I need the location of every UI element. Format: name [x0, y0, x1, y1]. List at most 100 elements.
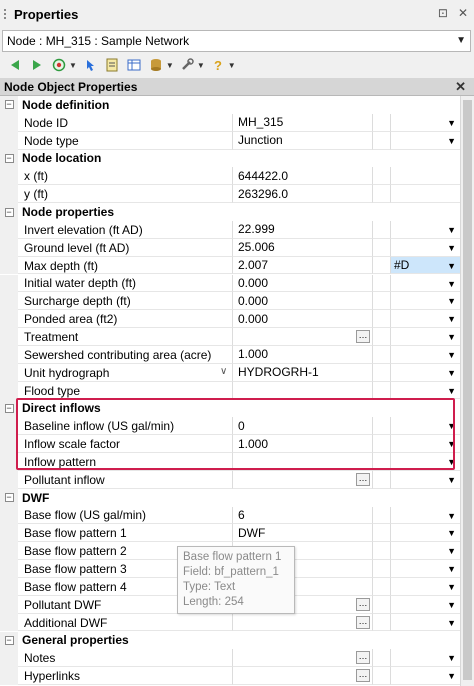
chevron-down-icon[interactable]: ▼ — [197, 61, 205, 70]
flag-dropdown[interactable]: ▼ — [390, 113, 460, 132]
base-flow-field[interactable]: 6 — [232, 506, 372, 525]
group-dwf[interactable]: − DWF — [0, 488, 460, 507]
flag-dropdown[interactable]: ▼ — [390, 595, 460, 614]
flag-dropdown[interactable]: ▼ — [390, 417, 460, 436]
chevron-down-icon[interactable]: ▼ — [447, 421, 456, 431]
inflow-scale-field[interactable]: 1.000 — [232, 435, 372, 453]
flag-dropdown[interactable]: ▼ — [390, 667, 460, 686]
chevron-down-icon[interactable]: ▼ — [456, 35, 466, 46]
base-flow-pattern-1-field[interactable]: DWF — [232, 524, 372, 543]
expand-arrow-icon[interactable]: ∨ — [220, 366, 227, 377]
flag-dropdown[interactable]: ▼ — [390, 435, 460, 453]
chevron-down-icon[interactable]: ▼ — [447, 439, 456, 449]
chevron-down-icon[interactable]: ▼ — [447, 618, 456, 628]
flag-dropdown[interactable]: ▼ — [390, 577, 460, 596]
node-selector[interactable]: Node : MH_315 : Sample Network ▼ — [2, 30, 471, 52]
sewershed-field[interactable]: 1.000 — [232, 345, 372, 364]
chevron-down-icon[interactable]: ▼ — [447, 243, 456, 253]
flag-cell[interactable] — [390, 185, 460, 204]
flag-dropdown[interactable]: ▼ — [390, 470, 460, 489]
collapse-icon[interactable]: − — [4, 403, 14, 413]
surcharge-field[interactable]: 0.000 — [232, 292, 372, 311]
max-depth-field[interactable]: 2.007 — [232, 256, 372, 275]
ellipsis-button[interactable]: … — [356, 597, 370, 611]
pin-icon[interactable]: ⊡ — [438, 6, 448, 20]
chevron-down-icon[interactable]: ▼ — [228, 61, 236, 70]
flag-dropdown[interactable]: ▼ — [390, 345, 460, 364]
flag-dropdown[interactable]: ▼ — [390, 238, 460, 257]
grip-handle[interactable] — [0, 0, 10, 28]
flag-cell[interactable] — [390, 167, 460, 186]
flag-dropdown[interactable]: ▼ — [390, 328, 460, 346]
ellipsis-button[interactable]: … — [356, 651, 370, 665]
table-icon[interactable] — [125, 56, 143, 74]
flag-dropdown[interactable]: ▼ — [390, 131, 460, 150]
ellipsis-button[interactable]: … — [356, 472, 370, 486]
database-icon[interactable] — [147, 56, 165, 74]
chevron-down-icon[interactable]: ▼ — [447, 296, 456, 306]
invert-field[interactable]: 22.999 — [232, 220, 372, 239]
collapse-icon[interactable]: − — [4, 635, 14, 645]
unit-hydrograph-field[interactable]: HYDROGRH-1 — [232, 363, 372, 382]
chevron-down-icon[interactable]: ▼ — [447, 564, 456, 574]
flag-dropdown[interactable]: ▼ — [390, 363, 460, 382]
chevron-down-icon[interactable]: ▼ — [447, 332, 456, 342]
group-node-definition[interactable]: − Node definition — [0, 96, 460, 114]
record-icon[interactable] — [50, 56, 68, 74]
flood-type-field[interactable] — [232, 381, 372, 400]
chevron-down-icon[interactable]: ▼ — [447, 600, 456, 610]
flag-dropdown[interactable]: ▼ — [390, 560, 460, 578]
note-icon[interactable] — [103, 56, 121, 74]
chevron-down-icon[interactable]: ▼ — [447, 314, 456, 324]
vertical-scrollbar[interactable] — [460, 96, 474, 686]
flag-dropdown[interactable]: ▼ — [390, 506, 460, 525]
chevron-down-icon[interactable]: ▼ — [447, 261, 456, 271]
chevron-down-icon[interactable]: ▼ — [447, 653, 456, 663]
group-node-properties[interactable]: − Node properties — [0, 203, 460, 221]
hyperlinks-field[interactable]: … — [232, 667, 372, 686]
chevron-down-icon[interactable]: ▼ — [447, 475, 456, 485]
ponded-field[interactable]: 0.000 — [232, 310, 372, 329]
chevron-down-icon[interactable]: ▼ — [447, 225, 456, 235]
chevron-down-icon[interactable]: ▼ — [447, 118, 456, 128]
flag-dropdown[interactable]: ▼ — [390, 292, 460, 311]
treatment-field[interactable]: … — [232, 328, 372, 346]
ground-field[interactable]: 25.006 — [232, 238, 372, 257]
ellipsis-button[interactable]: … — [356, 669, 370, 683]
chevron-down-icon[interactable]: ▼ — [447, 546, 456, 556]
group-direct-inflows[interactable]: − Direct inflows — [0, 399, 460, 418]
node-type-field[interactable]: Junction — [232, 131, 372, 150]
chevron-down-icon[interactable]: ▼ — [447, 386, 456, 396]
chevron-down-icon[interactable]: ▼ — [447, 528, 456, 538]
chevron-down-icon[interactable]: ▼ — [447, 511, 456, 521]
help-icon[interactable]: ? — [209, 56, 227, 74]
scrollbar-thumb[interactable] — [463, 100, 472, 680]
close-icon[interactable]: ✕ — [455, 79, 466, 95]
collapse-icon[interactable]: − — [4, 207, 14, 217]
collapse-icon[interactable]: − — [4, 493, 14, 503]
notes-field[interactable]: … — [232, 649, 372, 668]
chevron-down-icon[interactable]: ▼ — [69, 61, 77, 70]
chevron-down-icon[interactable]: ▼ — [447, 582, 456, 592]
flag-dropdown[interactable]: ▼ — [390, 220, 460, 239]
flag-dropdown[interactable]: ▼ — [390, 649, 460, 668]
close-icon[interactable]: ✕ — [458, 6, 468, 20]
flag-dropdown[interactable]: ▼ — [390, 274, 460, 293]
chevron-down-icon[interactable]: ▼ — [447, 368, 456, 378]
back-icon[interactable] — [6, 56, 24, 74]
chevron-down-icon[interactable]: ▼ — [447, 136, 456, 146]
chevron-down-icon[interactable]: ▼ — [447, 279, 456, 289]
ellipsis-button[interactable]: … — [356, 330, 370, 344]
initial-depth-field[interactable]: 0.000 — [232, 274, 372, 293]
node-id-field[interactable]: MH_315 — [232, 113, 372, 132]
flag-dropdown[interactable]: ▼ — [390, 613, 460, 632]
flag-dropdown[interactable]: #D ▼ — [390, 256, 460, 275]
wrench-icon[interactable] — [178, 56, 196, 74]
flag-dropdown[interactable]: ▼ — [390, 310, 460, 329]
flag-dropdown[interactable]: ▼ — [390, 453, 460, 471]
inflow-pattern-field[interactable] — [232, 453, 372, 471]
additional-dwf-field[interactable]: … — [232, 613, 372, 632]
flag-dropdown[interactable]: ▼ — [390, 542, 460, 561]
flag-dropdown[interactable]: ▼ — [390, 524, 460, 543]
group-general-properties[interactable]: − General properties — [0, 631, 460, 650]
